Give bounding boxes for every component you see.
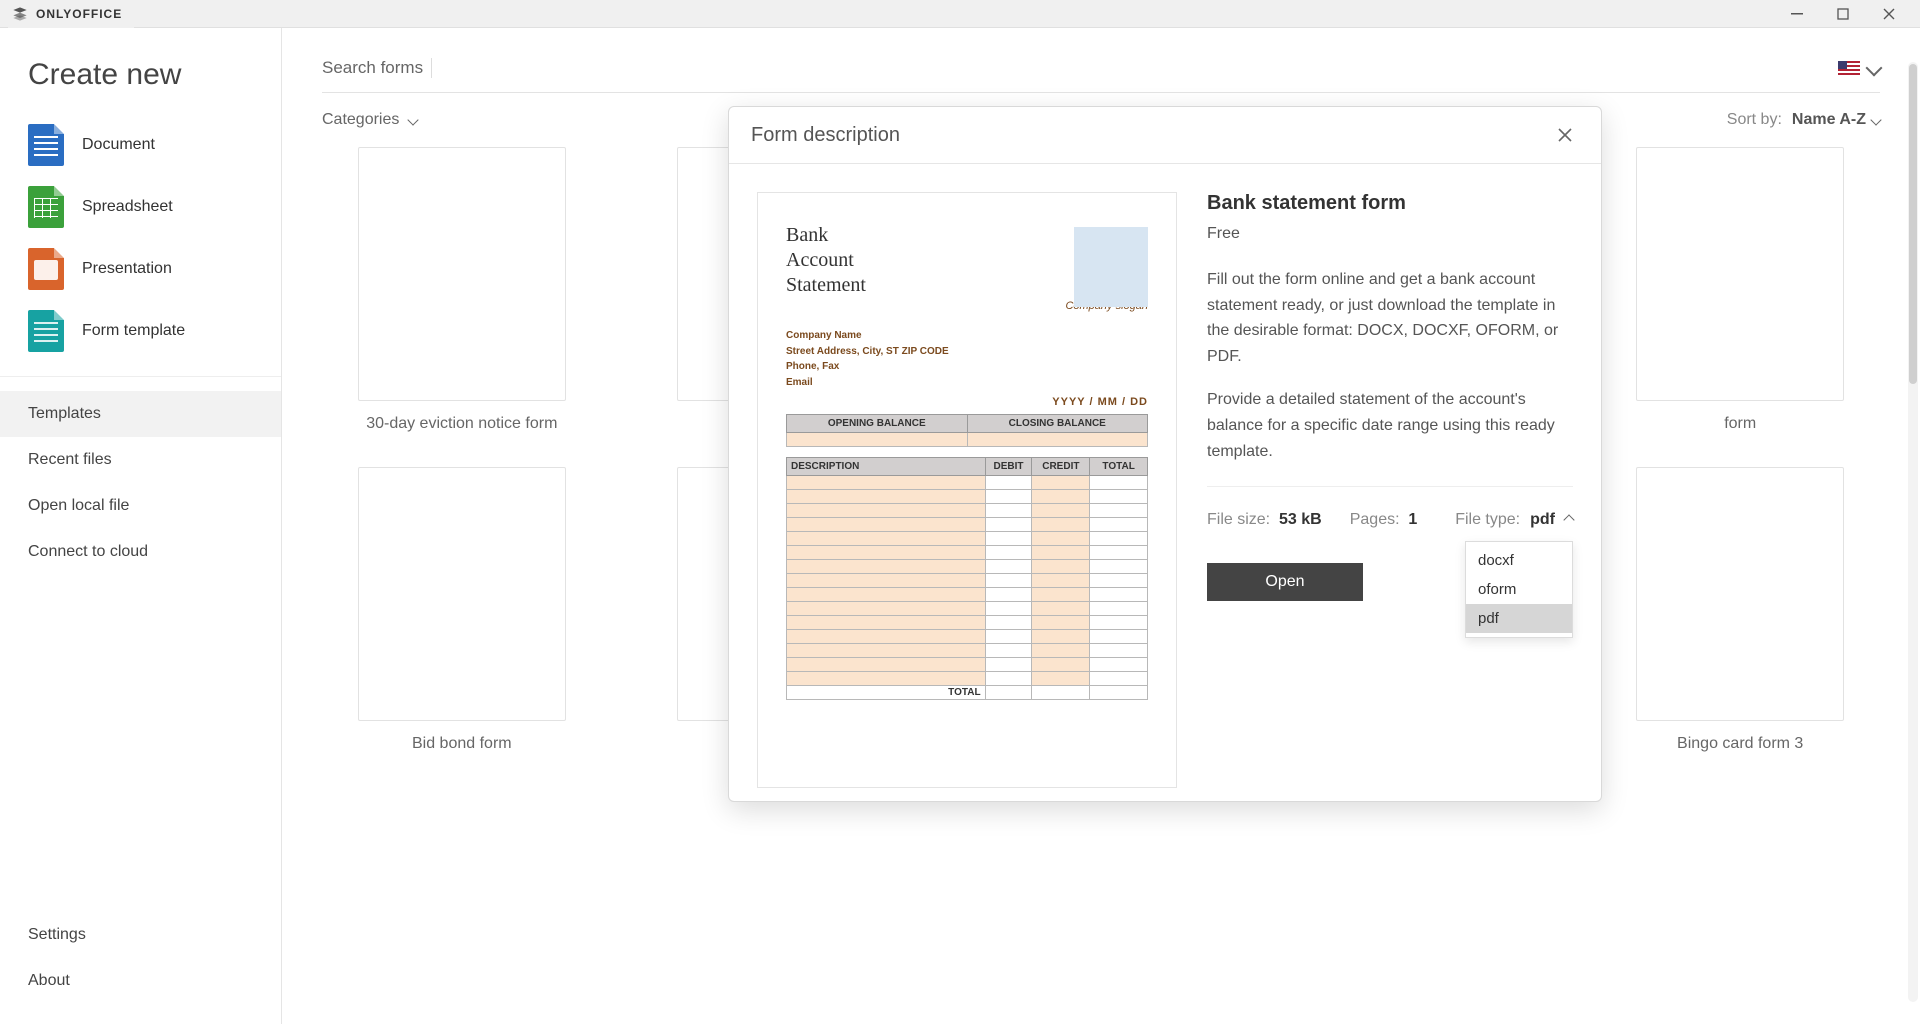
template-thumb <box>358 467 566 721</box>
file-type-option-oform[interactable]: oform <box>1466 575 1572 604</box>
document-description-2: Provide a detailed statement of the acco… <box>1207 387 1573 464</box>
window-controls <box>1774 0 1912 28</box>
categories-label: Categories <box>322 111 399 129</box>
form-template-icon <box>28 310 64 352</box>
divider <box>1207 486 1573 487</box>
divider <box>0 376 281 377</box>
document-description-1: Fill out the form online and get a bank … <box>1207 267 1573 369</box>
sidebar-link-connect-cloud[interactable]: Connect to cloud <box>0 529 281 575</box>
sort-label: Sort by: <box>1727 111 1782 129</box>
sidebar-link-open-local[interactable]: Open local file <box>0 483 281 529</box>
chevron-down-icon <box>408 114 419 125</box>
document-meta: File size: 53 kB Pages: 1 File type: pdf… <box>1207 511 1573 529</box>
modal-info: Bank statement form Free Fill out the fo… <box>1207 192 1573 788</box>
modal-close-button[interactable] <box>1551 121 1579 149</box>
file-type-menu: docxf oform pdf <box>1465 541 1573 638</box>
close-window-button[interactable] <box>1866 0 1912 28</box>
preview-logo-placeholder <box>1074 227 1148 307</box>
template-thumb <box>358 147 566 401</box>
file-size-value: 53 kB <box>1279 511 1322 528</box>
flag-us-icon <box>1838 61 1860 75</box>
spreadsheet-icon <box>28 186 64 228</box>
file-type-label: File type: <box>1455 511 1520 529</box>
template-card[interactable]: Bingo card form 3 <box>1600 467 1880 753</box>
chevron-up-icon <box>1563 514 1574 525</box>
document-title: Bank statement form <box>1207 192 1573 215</box>
chevron-down-icon <box>1870 114 1881 125</box>
presentation-icon <box>28 248 64 290</box>
create-label: Document <box>82 136 155 154</box>
preview-transactions-table: DESCRIPTION DEBIT CREDIT TOTAL <box>786 457 1148 700</box>
template-label: Bid bond form <box>412 735 512 753</box>
template-card[interactable]: form <box>1600 147 1880 433</box>
file-type-option-pdf[interactable]: pdf <box>1466 604 1572 633</box>
preview-date-format: YYYY / MM / DD <box>786 396 1148 408</box>
sidebar-link-recent[interactable]: Recent files <box>0 437 281 483</box>
sidebar: Create new Document Spreadsheet Presenta… <box>0 28 282 1024</box>
pages-label: Pages: <box>1350 511 1400 528</box>
modal-title: Form description <box>751 124 900 147</box>
create-spreadsheet[interactable]: Spreadsheet <box>0 176 281 238</box>
form-description-modal: Form description Bank Account Statement … <box>728 106 1602 802</box>
preview-company-info: Company Name Street Address, City, ST ZI… <box>786 328 1148 390</box>
search-forms-label[interactable]: Search forms <box>322 58 432 78</box>
file-type-dropdown[interactable]: File type: pdf <box>1455 511 1573 529</box>
file-type-value: pdf <box>1530 511 1555 529</box>
template-card[interactable]: 30-day eviction notice form <box>322 147 602 433</box>
create-presentation[interactable]: Presentation <box>0 238 281 300</box>
sidebar-link-settings[interactable]: Settings <box>0 912 281 958</box>
maximize-button[interactable] <box>1820 0 1866 28</box>
sidebar-link-templates[interactable]: Templates <box>0 391 281 437</box>
template-thumb <box>1636 147 1844 401</box>
modal-header: Form description <box>729 107 1601 164</box>
sort-value: Name A-Z <box>1792 111 1866 129</box>
create-label: Spreadsheet <box>82 198 173 216</box>
template-card[interactable]: Bid bond form <box>322 467 602 753</box>
document-preview: Bank Account Statement Company slogan Co… <box>757 192 1177 788</box>
file-type-option-docxf[interactable]: docxf <box>1466 546 1572 575</box>
language-selector[interactable] <box>1838 61 1880 75</box>
create-form-template[interactable]: Form template <box>0 300 281 362</box>
create-label: Presentation <box>82 260 172 278</box>
document-icon <box>28 124 64 166</box>
chevron-down-icon <box>1866 60 1883 77</box>
template-label: 30-day eviction notice form <box>366 415 557 433</box>
create-label: Form template <box>82 322 185 340</box>
app-name: ONLYOFFICE <box>36 7 122 21</box>
scrollbar[interactable] <box>1908 62 1918 1002</box>
logo-icon <box>12 6 28 22</box>
template-label: Bingo card form 3 <box>1677 735 1803 753</box>
open-button[interactable]: Open <box>1207 563 1363 601</box>
file-size-label: File size: <box>1207 511 1270 528</box>
document-price: Free <box>1207 225 1573 243</box>
sort-dropdown[interactable]: Name A-Z <box>1792 111 1880 129</box>
app-logo: ONLYOFFICE <box>8 0 134 28</box>
pages-value: 1 <box>1408 511 1417 528</box>
title-bar: ONLYOFFICE <box>0 0 1920 28</box>
preview-balance-table: OPENING BALANCECLOSING BALANCE <box>786 414 1148 447</box>
categories-dropdown[interactable]: Categories <box>322 111 417 129</box>
main-area: Search forms Categories Sort by: Name A-… <box>282 28 1920 1024</box>
toolbar: Search forms <box>322 58 1880 93</box>
scrollbar-thumb[interactable] <box>1909 64 1917 384</box>
create-document[interactable]: Document <box>0 114 281 176</box>
template-thumb <box>1636 467 1844 721</box>
minimize-button[interactable] <box>1774 0 1820 28</box>
sidebar-link-about[interactable]: About <box>0 958 281 1004</box>
sidebar-title: Create new <box>0 44 281 114</box>
template-label: form <box>1724 415 1756 433</box>
